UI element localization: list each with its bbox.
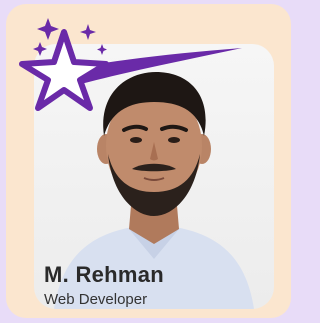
- star-icon: [19, 18, 242, 111]
- profile-name: M. Rehman: [44, 262, 165, 287]
- profile-role: Web Developer: [44, 291, 148, 308]
- profile-card: M. Rehman Web Developer: [6, 4, 291, 318]
